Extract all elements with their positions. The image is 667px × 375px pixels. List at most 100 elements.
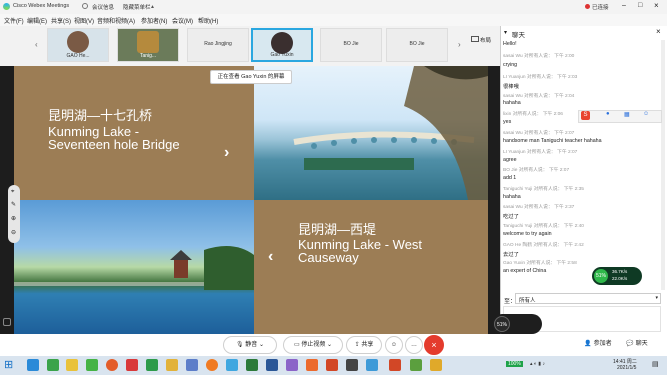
person-icon: 👤 bbox=[584, 341, 592, 347]
meeting-info-link[interactable]: 会议信息 bbox=[92, 3, 114, 11]
menu-view[interactable]: 视图(V) bbox=[74, 16, 94, 25]
bridge-photo bbox=[254, 66, 488, 200]
app-icon[interactable] bbox=[166, 359, 178, 371]
clock-time[interactable]: 14:41 周二 bbox=[613, 358, 637, 365]
chat-message: 去过了 bbox=[503, 252, 519, 258]
chat-scroll-track[interactable] bbox=[661, 40, 665, 290]
minimize-icon[interactable]: – bbox=[622, 2, 626, 9]
causeway-photo bbox=[14, 200, 254, 334]
participant-tile-active[interactable]: Gao Yuxin bbox=[251, 28, 313, 62]
more-icon: … bbox=[411, 342, 417, 348]
menu-share[interactable]: 共享(S) bbox=[51, 16, 71, 25]
app-icon[interactable] bbox=[430, 359, 442, 371]
panel-close-icon[interactable]: × bbox=[656, 27, 661, 36]
app-icon[interactable] bbox=[286, 359, 298, 371]
participant-tile[interactable]: Tanig... bbox=[117, 28, 179, 62]
strip-prev-icon[interactable]: ‹ bbox=[35, 40, 38, 49]
powerpoint-icon[interactable] bbox=[389, 359, 401, 371]
app-icon[interactable] bbox=[366, 359, 378, 371]
chat-recipient-select[interactable]: 所有人 ▾ bbox=[515, 293, 661, 304]
layout-button[interactable]: 布局 bbox=[480, 36, 491, 44]
reactions-button[interactable]: ☺ bbox=[385, 336, 403, 354]
close-icon[interactable]: × bbox=[654, 1, 659, 10]
zoom-out-icon[interactable]: ⊖ bbox=[11, 229, 16, 236]
chat-message: Hello! bbox=[503, 41, 517, 47]
window-title: Cisco Webex Meetings bbox=[13, 3, 70, 9]
emoji-icon[interactable]: ☺ bbox=[643, 111, 649, 117]
menu-help[interactable]: 帮助(H) bbox=[198, 16, 218, 25]
chat-message-meta: LI Yuanjun 对所有人说： 下午 2:03 bbox=[503, 75, 578, 80]
app-icon[interactable] bbox=[410, 359, 422, 371]
slide-title-cn: 昆明湖—十七孔桥 bbox=[48, 108, 153, 123]
app-icon[interactable] bbox=[47, 359, 59, 371]
maximize-icon[interactable]: □ bbox=[638, 2, 642, 9]
participant-tile[interactable]: BO Jie bbox=[386, 28, 448, 62]
app-icon[interactable] bbox=[86, 359, 98, 371]
chat-message-meta: sasai Wu 对所有人说： 下午 2:37 bbox=[503, 205, 575, 210]
app-icon[interactable] bbox=[306, 359, 318, 371]
smile-icon: ☺ bbox=[390, 342, 398, 348]
participant-tile[interactable]: Rao Jingjing bbox=[187, 28, 249, 62]
menu-caret-icon[interactable]: ▲ bbox=[150, 4, 155, 10]
menu-participants[interactable]: 参加者(N) bbox=[141, 16, 167, 25]
keyboard-icon[interactable]: ▦ bbox=[624, 111, 630, 118]
app-icon[interactable] bbox=[186, 359, 198, 371]
close-icon: × bbox=[431, 340, 437, 350]
menu-audio-video[interactable]: 音频和视频(A) bbox=[97, 16, 135, 25]
menu-file[interactable]: 文件(F) bbox=[4, 16, 24, 25]
word-icon[interactable] bbox=[266, 359, 278, 371]
firefox-icon[interactable] bbox=[206, 359, 218, 371]
app-icon[interactable] bbox=[346, 359, 358, 371]
chat-message-meta: GAO He 陶鹤 对所有人说： 下午 2:42 bbox=[503, 243, 584, 248]
chat-message: hahaha bbox=[503, 100, 521, 106]
upload-speed: 36.7K/s bbox=[612, 269, 628, 274]
speaker-volume-percent: 51% bbox=[494, 316, 510, 332]
app-icon[interactable] bbox=[246, 359, 258, 371]
app-icon[interactable] bbox=[146, 359, 158, 371]
chat-message: welcome to try again bbox=[503, 231, 552, 237]
chat-message-meta: sasai Wu 对所有人说： 下午 2:07 bbox=[503, 131, 575, 136]
participant-tile[interactable]: BO Jie bbox=[320, 28, 382, 62]
end-meeting-button[interactable]: × bbox=[424, 335, 444, 355]
hide-menubar-link[interactable]: 隐藏菜单栏 bbox=[123, 3, 151, 11]
stop-video-button[interactable]: ▭ 停止视频 ⌄ bbox=[283, 336, 343, 354]
zoom-level[interactable]: 100% bbox=[506, 361, 523, 367]
participant-video bbox=[137, 31, 159, 53]
participants-panel-button[interactable]: 👤 参加者 bbox=[578, 336, 618, 352]
pointer-icon[interactable]: ⌖ bbox=[11, 189, 14, 196]
camera-icon: ▭ bbox=[293, 342, 300, 348]
ie-icon[interactable] bbox=[27, 359, 39, 371]
chat-message: add 1 bbox=[503, 175, 517, 181]
chat-icon: 💬 bbox=[626, 341, 634, 347]
sogou-ime-icon[interactable]: S bbox=[581, 111, 590, 120]
layout-icon[interactable] bbox=[471, 36, 479, 42]
pen-icon[interactable]: ✎ bbox=[11, 201, 16, 208]
app-icon[interactable] bbox=[66, 359, 78, 371]
app-icon[interactable] bbox=[326, 359, 338, 371]
clock-date[interactable]: 2021/1/5 bbox=[617, 365, 636, 371]
collapse-icon[interactable]: ▾ bbox=[504, 29, 507, 36]
notification-icon[interactable]: ▤ bbox=[652, 360, 659, 368]
chat-message-meta: Taniguchi Yuji 对所有人说： 下午 2:40 bbox=[503, 224, 584, 229]
chat-message: an expert of China bbox=[503, 268, 547, 274]
fit-icon[interactable] bbox=[3, 318, 11, 326]
participant-video bbox=[271, 32, 293, 54]
windows-start-icon[interactable]: ⊞ bbox=[4, 359, 13, 371]
tray-icons[interactable]: ▴ ◐ ▮ ♪ bbox=[530, 361, 545, 367]
strip-next-icon[interactable]: › bbox=[458, 40, 461, 49]
chat-panel-button[interactable]: 💬 聊天 bbox=[620, 336, 654, 352]
app-icon[interactable] bbox=[106, 359, 118, 371]
app-icon[interactable] bbox=[126, 359, 138, 371]
info-icon[interactable] bbox=[82, 3, 88, 9]
share-button[interactable]: ⇪ 共享 bbox=[346, 336, 382, 354]
mute-button[interactable]: 🎙 静音 ⌄ bbox=[223, 336, 277, 354]
mic-icon[interactable]: ● bbox=[606, 111, 610, 117]
participant-tile[interactable]: GAO He... bbox=[47, 28, 109, 62]
zoom-in-icon[interactable]: ⊕ bbox=[11, 215, 16, 222]
slide-title-en: Seventeen hole Bridge bbox=[48, 137, 180, 152]
menu-edit[interactable]: 编辑(E) bbox=[27, 16, 47, 25]
menu-meeting[interactable]: 会议(M) bbox=[172, 16, 193, 25]
more-options-button[interactable]: … bbox=[405, 336, 423, 354]
app-icon[interactable] bbox=[226, 359, 238, 371]
share-icon: ⇪ bbox=[354, 342, 360, 348]
